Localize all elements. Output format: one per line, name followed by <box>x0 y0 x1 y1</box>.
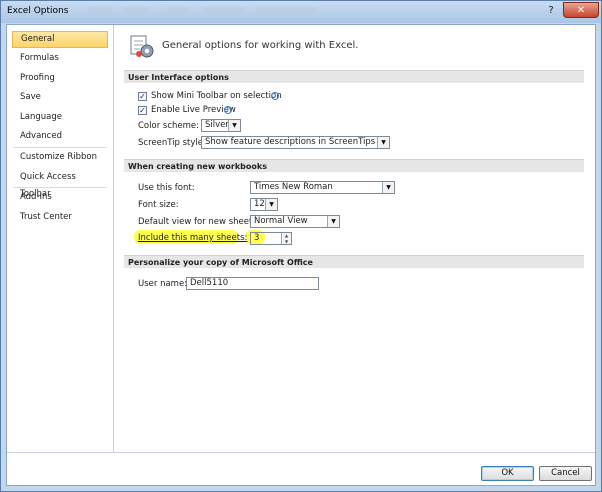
footer-divider <box>7 452 595 453</box>
mini-toolbar-checkbox[interactable]: ✓ <box>138 92 147 101</box>
sheets-count-label: Include this many sheets: <box>138 233 248 243</box>
background-ribbon-tab <box>167 7 189 15</box>
username-label: User name: <box>138 279 188 289</box>
page-heading: General options for working with Excel. <box>162 40 359 51</box>
sheets-count-stepper[interactable]: 3 ▲ ▼ <box>250 232 292 245</box>
cancel-button[interactable]: Cancel <box>539 466 592 481</box>
section-personalize: Personalize your copy of Microsoft Offic… <box>124 255 584 268</box>
nav-item-quick-access-toolbar[interactable]: Quick Access Toolbar <box>12 169 108 199</box>
close-button[interactable]: ✕ <box>563 2 599 18</box>
spin-up-icon[interactable]: ▲ <box>282 233 291 238</box>
excel-options-window: Excel Options ? ✕ General Formulas Proof… <box>0 0 602 492</box>
nav-item-trust-center[interactable]: Trust Center <box>12 209 108 226</box>
color-scheme-select[interactable]: Silver ▼ <box>201 119 241 132</box>
nav-item-add-ins[interactable]: Add-Ins <box>12 189 108 206</box>
info-icon[interactable]: i <box>224 106 232 114</box>
options-nav: General Formulas Proofing Save Language … <box>7 25 114 452</box>
chevron-down-icon[interactable]: ▼ <box>265 199 277 210</box>
background-ribbon-tab <box>203 7 245 15</box>
help-icon[interactable]: ? <box>542 4 560 18</box>
username-input[interactable]: Dell5110 <box>186 277 319 290</box>
mini-toolbar-label: Show Mini Toolbar on selection <box>151 91 282 101</box>
chevron-down-icon[interactable]: ▼ <box>377 137 389 148</box>
stepper-buttons: ▲ ▼ <box>281 233 291 244</box>
dialog-client: General Formulas Proofing Save Language … <box>6 24 596 486</box>
sheets-count-value: 3 <box>254 233 260 243</box>
spin-down-icon[interactable]: ▼ <box>282 239 291 244</box>
section-new-workbooks: When creating new workbooks <box>124 159 584 172</box>
font-value: Times New Roman <box>254 182 333 192</box>
background-ribbon-tab <box>123 7 149 15</box>
nav-item-language[interactable]: Language <box>12 109 108 126</box>
general-options-panel: General options for working with Excel. … <box>120 25 592 452</box>
background-ribbon-tab <box>257 7 317 15</box>
nav-item-proofing[interactable]: Proofing <box>12 70 108 87</box>
section-user-interface: User Interface options <box>124 70 584 83</box>
nav-item-customize-ribbon[interactable]: Customize Ribbon <box>12 149 108 166</box>
nav-item-general[interactable]: General <box>12 31 108 48</box>
nav-item-save[interactable]: Save <box>12 89 108 106</box>
chevron-down-icon[interactable]: ▼ <box>327 216 339 227</box>
font-select[interactable]: Times New Roman ▼ <box>250 181 395 194</box>
ok-button[interactable]: OK <box>481 466 534 481</box>
font-label: Use this font: <box>138 183 195 193</box>
color-scheme-label: Color scheme: <box>138 121 199 131</box>
default-view-select[interactable]: Normal View ▼ <box>250 215 340 228</box>
nav-divider <box>14 187 106 188</box>
default-view-label: Default view for new sheets: <box>138 217 260 227</box>
nav-item-advanced[interactable]: Advanced <box>12 128 108 145</box>
font-size-label: Font size: <box>138 200 179 210</box>
live-preview-checkbox[interactable]: ✓ <box>138 106 147 115</box>
general-options-icon <box>130 35 154 58</box>
color-scheme-value: Silver <box>205 120 229 130</box>
screentip-style-label: ScreenTip style: <box>138 138 206 148</box>
nav-item-formulas[interactable]: Formulas <box>12 50 108 67</box>
window-title: Excel Options <box>7 6 69 16</box>
chevron-down-icon[interactable]: ▼ <box>382 182 394 193</box>
background-ribbon-tab <box>89 7 111 15</box>
font-size-value: 12 <box>254 199 265 209</box>
info-icon[interactable]: i <box>271 92 279 100</box>
chevron-down-icon[interactable]: ▼ <box>228 120 240 131</box>
title-bar[interactable]: Excel Options ? ✕ <box>1 1 601 23</box>
nav-divider <box>14 147 106 148</box>
screentip-style-value: Show feature descriptions in ScreenTips <box>205 137 376 147</box>
default-view-value: Normal View <box>254 216 308 226</box>
screentip-style-select[interactable]: Show feature descriptions in ScreenTips … <box>201 136 390 149</box>
font-size-select[interactable]: 12 ▼ <box>250 198 278 211</box>
